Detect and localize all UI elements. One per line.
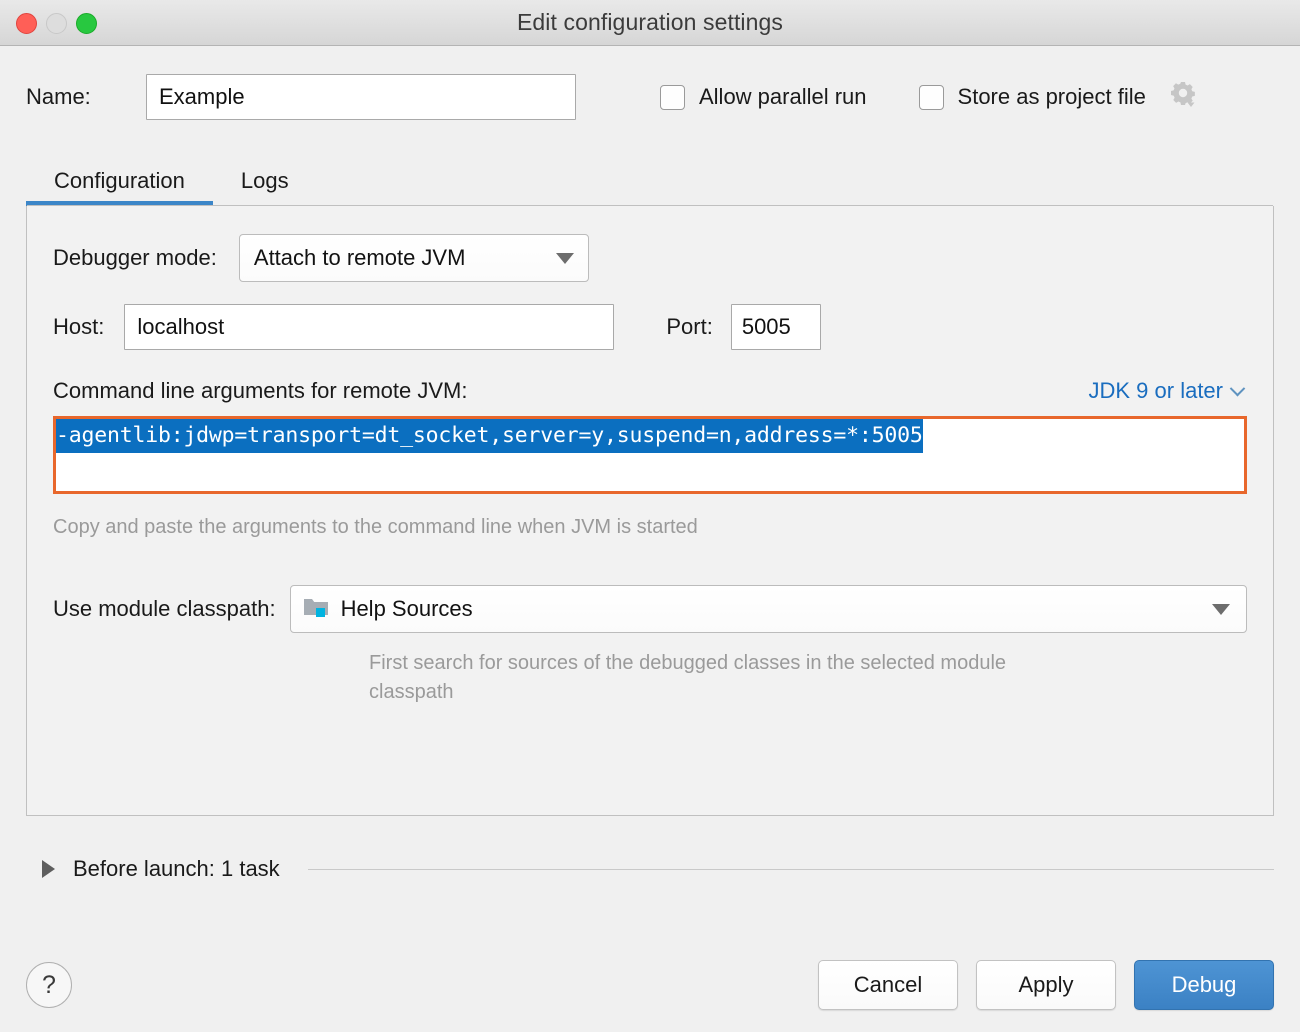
dialog-footer: ? Cancel Apply Debug (26, 960, 1274, 1032)
configuration-panel: Debugger mode: Attach to remote JVM Host… (26, 206, 1274, 816)
jdk-version-label: JDK 9 or later (1089, 378, 1224, 404)
maximize-window-button[interactable] (76, 13, 97, 34)
allow-parallel-run-checkbox[interactable]: Allow parallel run (660, 84, 867, 110)
port-label: Port: (666, 314, 712, 340)
host-port-row: Host: Port: (53, 304, 1247, 350)
store-as-project-file-checkbox[interactable]: Store as project file (919, 80, 1198, 115)
folder-module-icon (303, 595, 329, 624)
module-classpath-value: Help Sources (341, 596, 473, 622)
cancel-button[interactable]: Cancel (818, 960, 958, 1010)
name-input[interactable] (146, 74, 576, 120)
module-classpath-row: Use module classpath: Help Sources (53, 585, 1247, 633)
command-line-arguments-value: -agentlib:jdwp=transport=dt_socket,serve… (56, 419, 923, 453)
module-classpath-label: Use module classpath: (53, 596, 276, 622)
tab-bar: Configuration Logs (26, 152, 1274, 206)
debugger-mode-value: Attach to remote JVM (254, 245, 466, 271)
debugger-mode-row: Debugger mode: Attach to remote JVM (53, 234, 1247, 282)
before-launch-divider (308, 869, 1274, 870)
checkbox-box[interactable] (660, 85, 685, 110)
name-row: Name: Allow parallel run Store as projec… (26, 46, 1274, 138)
command-line-label-row: Command line arguments for remote JVM: J… (53, 378, 1247, 404)
host-label: Host: (53, 314, 104, 340)
name-label: Name: (26, 84, 146, 110)
checkbox-box[interactable] (919, 85, 944, 110)
allow-parallel-run-label: Allow parallel run (699, 84, 867, 110)
command-line-arguments-field[interactable]: -agentlib:jdwp=transport=dt_socket,serve… (53, 416, 1247, 494)
host-input[interactable] (124, 304, 614, 350)
close-window-button[interactable] (16, 13, 37, 34)
module-classpath-select[interactable]: Help Sources (290, 585, 1247, 633)
apply-button[interactable]: Apply (976, 960, 1116, 1010)
chevron-down-icon (1212, 604, 1230, 615)
jdk-version-selector[interactable]: JDK 9 or later (1089, 378, 1248, 404)
command-line-label: Command line arguments for remote JVM: (53, 378, 468, 404)
chevron-down-icon (1230, 380, 1246, 396)
before-launch-label: Before launch: 1 task (73, 856, 280, 882)
before-launch-section[interactable]: Before launch: 1 task (26, 856, 1274, 882)
help-button[interactable]: ? (26, 962, 72, 1008)
debug-button[interactable]: Debug (1134, 960, 1274, 1010)
module-classpath-hint: First search for sources of the debugged… (369, 649, 1049, 707)
tab-configuration[interactable]: Configuration (26, 168, 213, 206)
debugger-mode-select[interactable]: Attach to remote JVM (239, 234, 589, 282)
port-input[interactable] (731, 304, 821, 350)
minimize-window-button[interactable] (46, 13, 67, 34)
expand-triangle-icon[interactable] (42, 860, 55, 878)
options-group: Allow parallel run Store as project file (660, 80, 1198, 115)
command-line-hint: Copy and paste the arguments to the comm… (53, 516, 1247, 539)
window-titlebar: Edit configuration settings (0, 0, 1300, 46)
panel-top-divider (27, 205, 1273, 206)
dialog-body: Name: Allow parallel run Store as projec… (0, 46, 1300, 1032)
store-as-project-file-label: Store as project file (958, 84, 1146, 110)
tab-logs[interactable]: Logs (213, 168, 317, 206)
chevron-down-icon (556, 253, 574, 264)
traffic-lights (16, 0, 97, 46)
gear-icon[interactable] (1168, 80, 1198, 115)
debugger-mode-label: Debugger mode: (53, 245, 217, 271)
window-title: Edit configuration settings (0, 9, 1300, 36)
